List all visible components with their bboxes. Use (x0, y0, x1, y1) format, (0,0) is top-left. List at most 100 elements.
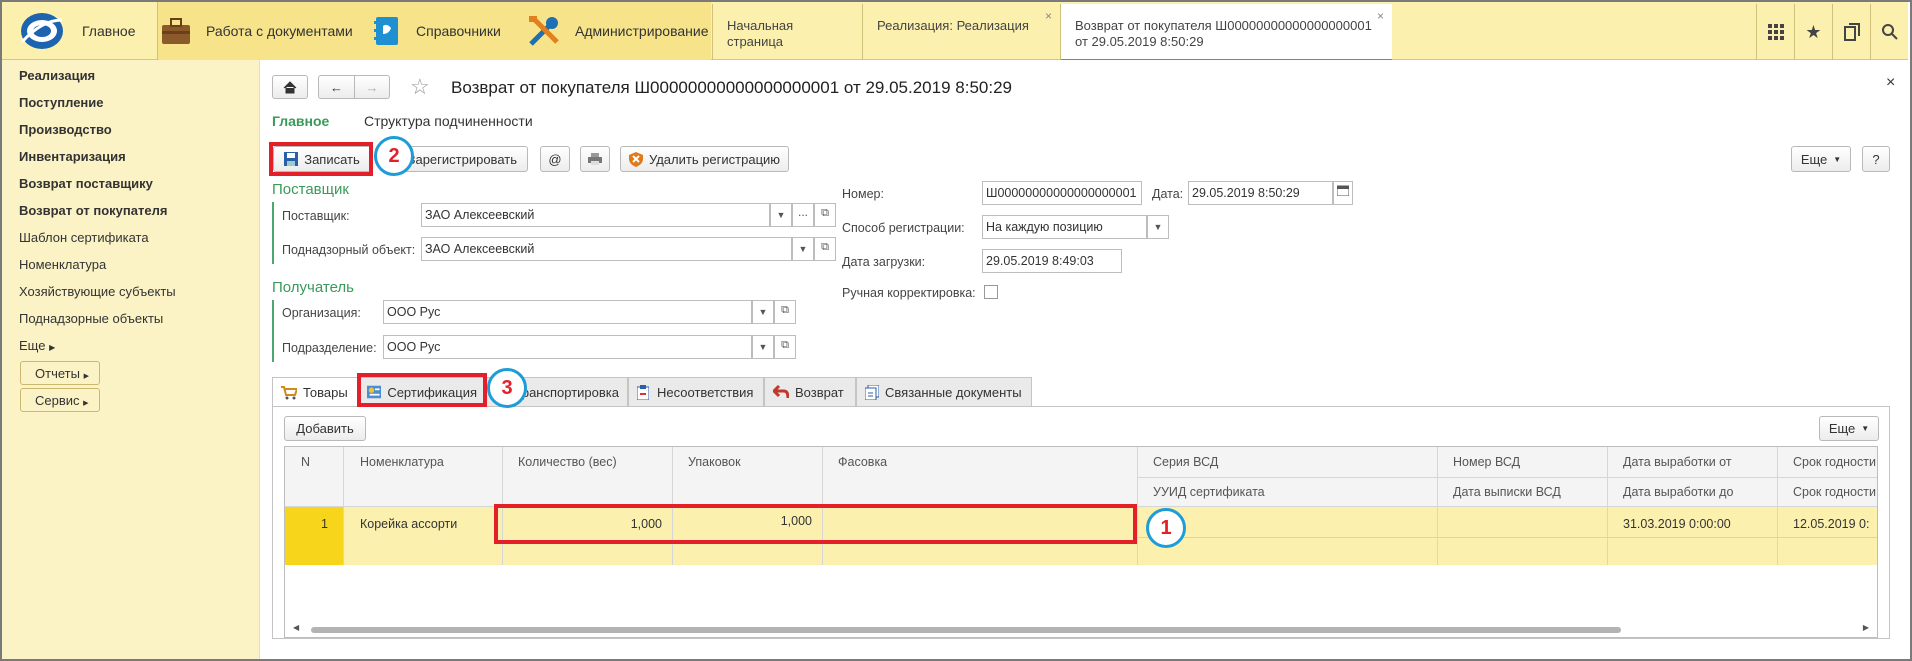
section-main-label: Главное (82, 23, 136, 39)
table-more-button[interactable]: Еще ▼ (1819, 416, 1879, 441)
add-row-button[interactable]: Добавить (284, 416, 366, 441)
chevron-down-icon[interactable]: ▼ (770, 203, 792, 227)
header-nomenclature[interactable]: Номенклатура (360, 455, 444, 469)
service-button[interactable]: Сервис ▶ (20, 388, 100, 412)
open-link-icon[interactable]: ⧉ (814, 203, 836, 227)
tab-return-goods[interactable]: Возврат (764, 377, 856, 407)
col-sep (343, 447, 344, 565)
sidebar-item-sales[interactable]: Реализация (19, 68, 95, 83)
calendar-icon[interactable] (1333, 181, 1353, 205)
delete-registration-button[interactable]: Удалить регистрацию (620, 146, 789, 172)
register-button[interactable]: Зарегистрировать (396, 146, 528, 172)
forward-button[interactable]: → (354, 75, 390, 99)
sidebar-item-inventory[interactable]: Инвентаризация (19, 149, 126, 164)
home-button[interactable] (272, 75, 308, 99)
header-packaging[interactable]: Фасовка (838, 455, 887, 469)
favorite-star-icon[interactable]: ☆ (410, 74, 430, 100)
tab-return[interactable]: Возврат от покупателя Ш00000000000000000… (1060, 4, 1392, 62)
header-vsd-issue-date[interactable]: Дата выписки ВСД (1453, 485, 1561, 499)
ellipsis-button[interactable]: ... (792, 203, 814, 227)
number-field[interactable]: Ш00000000000000000001 (982, 181, 1142, 205)
arrow-right-icon: ▶ (83, 400, 89, 407)
cell-prod-from[interactable]: 31.03.2019 0:00:00 (1623, 517, 1731, 531)
loaddate-label: Дата загрузки: (842, 255, 926, 269)
section-main[interactable]: Главное (82, 2, 136, 60)
sidebar-item-receipt[interactable]: Поступление (19, 95, 104, 110)
tab-sale[interactable]: Реализация: Реализация × (862, 4, 1060, 62)
header-prod-to[interactable]: Дата выработки до (1623, 485, 1733, 499)
close-form-icon[interactable]: × (1886, 74, 1895, 92)
date-field[interactable]: 29.05.2019 8:50:29 (1188, 181, 1333, 205)
reports-button[interactable]: Отчеты ▶ (20, 361, 100, 385)
scrollbar-thumb[interactable] (311, 627, 1621, 633)
tab-goods[interactable]: Товары (272, 377, 358, 407)
tab-nonconformity[interactable]: Несоответствия (628, 377, 764, 407)
open-link-icon[interactable]: ⧉ (774, 300, 796, 324)
history-icon[interactable] (1832, 4, 1870, 60)
header-vsd-series[interactable]: Серия ВСД (1153, 455, 1218, 469)
sidebar-item-more[interactable]: Еще ▶ (19, 338, 55, 353)
cell-nomenclature[interactable]: Корейка ассорти (360, 517, 457, 531)
close-icon[interactable]: × (1377, 8, 1384, 24)
search-icon[interactable] (1870, 4, 1908, 60)
scroll-right-icon[interactable]: ▶ (1863, 623, 1869, 632)
reports-button-label: Отчеты (35, 366, 80, 381)
arrow-right-icon: ▶ (49, 343, 56, 352)
loaddate-field: 29.05.2019 8:49:03 (982, 249, 1122, 273)
nav-main-link[interactable]: Главное (272, 113, 329, 129)
sidebar-item-return-supplier[interactable]: Возврат поставщику (19, 176, 153, 191)
header-packs[interactable]: Упаковок (688, 455, 741, 469)
sidebar-item-return-customer[interactable]: Возврат от покупателя (19, 203, 167, 218)
sidebar-item-objects[interactable]: Поднадзорные объекты (19, 311, 163, 326)
nav-structure-link[interactable]: Структура подчиненности (364, 113, 533, 129)
organization-field[interactable]: ООО Рус (383, 300, 752, 324)
print-button[interactable] (580, 146, 610, 172)
chevron-down-icon[interactable]: ▼ (752, 335, 774, 359)
cell-expiry[interactable]: 12.05.2019 0: (1793, 517, 1869, 531)
supplier-group-line (272, 202, 274, 264)
open-tabs: Начальная страница Реализация: Реализаци… (712, 4, 1392, 62)
object-field[interactable]: ЗАО Алексеевский (421, 237, 792, 261)
header-expiry[interactable]: Срок годности (1793, 455, 1876, 469)
open-link-icon[interactable]: ⧉ (774, 335, 796, 359)
open-link-icon[interactable]: ⧉ (814, 237, 836, 261)
header-n[interactable]: N (301, 455, 310, 469)
sidebar-item-production[interactable]: Производство (19, 122, 112, 137)
header-cert-uuid[interactable]: УУИД сертификата (1153, 485, 1265, 499)
sidebar-item-nomenclature[interactable]: Номенклатура (19, 257, 106, 272)
number-label: Номер: (842, 187, 884, 201)
star-icon[interactable]: ★ (1794, 4, 1832, 60)
chevron-down-icon[interactable]: ▼ (1147, 215, 1169, 239)
horizontal-scrollbar[interactable]: ◀ ▶ (289, 623, 1875, 635)
email-button[interactable]: @ (540, 146, 570, 172)
scroll-left-icon[interactable]: ◀ (293, 623, 299, 632)
tab-linked-docs[interactable]: Связанные документы (856, 377, 1032, 407)
chevron-down-icon: ▼ (1833, 154, 1842, 164)
close-icon[interactable]: × (1045, 8, 1052, 24)
sidebar-item-cert-template[interactable]: Шаблон сертификата (19, 230, 149, 245)
back-button[interactable]: ← (318, 75, 354, 99)
section-documents[interactable]: Работа с документами (160, 2, 353, 60)
regmode-field[interactable]: На каждую позицию (982, 215, 1147, 239)
recipient-group-line (272, 300, 274, 362)
header-expiry-2[interactable]: Срок годности (1793, 485, 1876, 499)
apps-grid-icon[interactable] (1756, 4, 1794, 60)
section-admin-label: Администрирование (575, 23, 709, 39)
help-button[interactable]: ? (1862, 146, 1890, 172)
section-admin[interactable]: Администрирование (527, 2, 709, 60)
more-button[interactable]: Еще ▼ (1791, 146, 1851, 172)
department-field[interactable]: ООО Рус (383, 335, 752, 359)
tab-home-page[interactable]: Начальная страница (712, 4, 862, 62)
highlight-certification-tab (357, 373, 487, 407)
chevron-down-icon[interactable]: ▼ (792, 237, 814, 261)
register-button-label: Зарегистрировать (407, 151, 517, 167)
header-prod-from[interactable]: Дата выработки от (1623, 455, 1732, 469)
manual-correction-checkbox[interactable] (984, 285, 998, 299)
tab-linked-docs-label: Связанные документы (885, 384, 1022, 400)
section-references[interactable]: Справочники (372, 2, 501, 60)
sidebar-item-entities[interactable]: Хозяйствующие субъекты (19, 284, 176, 299)
chevron-down-icon[interactable]: ▼ (752, 300, 774, 324)
header-vsd-number[interactable]: Номер ВСД (1453, 455, 1520, 469)
header-quantity[interactable]: Количество (вес) (518, 455, 617, 469)
supplier-field[interactable]: ЗАО Алексеевский (421, 203, 770, 227)
